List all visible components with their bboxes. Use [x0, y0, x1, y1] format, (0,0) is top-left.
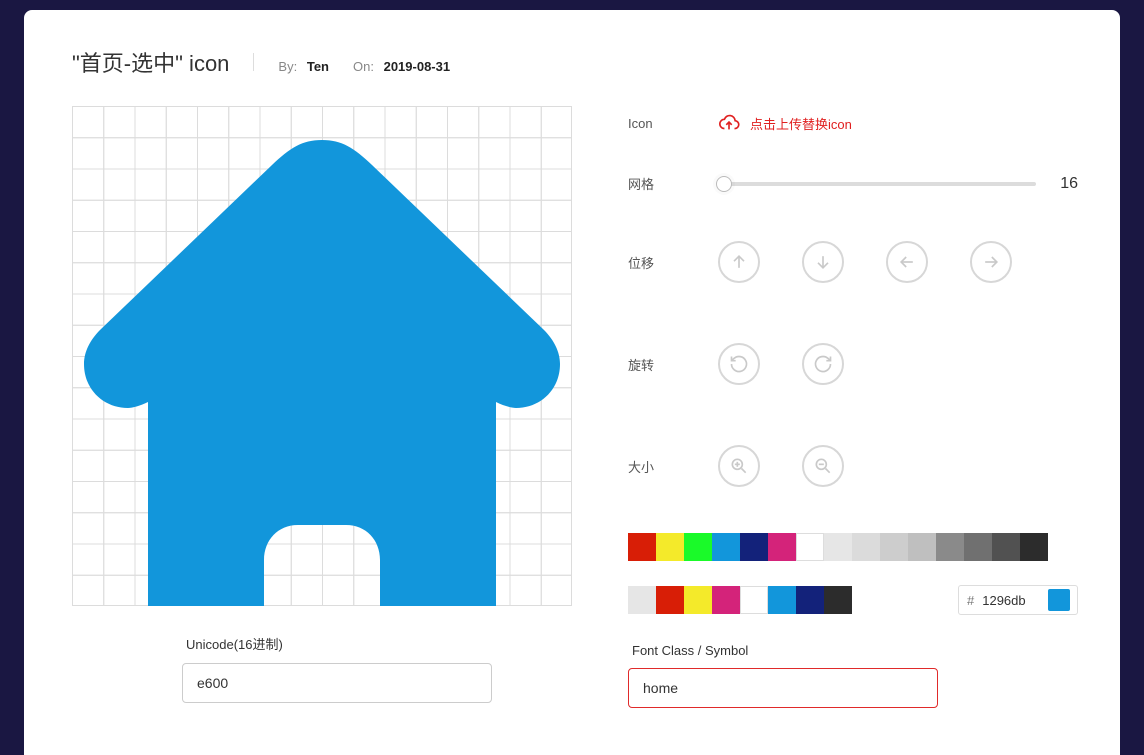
- arrow-left-icon: [897, 252, 917, 272]
- color-swatch[interactable]: [768, 533, 796, 561]
- color-swatch[interactable]: [628, 533, 656, 561]
- color-swatch[interactable]: [656, 533, 684, 561]
- row-shift: 位移: [628, 241, 1078, 283]
- upload-text: 点击上传替换icon: [750, 114, 852, 133]
- rotate-cw-button[interactable]: [718, 343, 760, 385]
- arrow-up-icon: [729, 252, 749, 272]
- meta-by: By: Ten: [278, 59, 329, 74]
- color-swatch[interactable]: [656, 586, 684, 614]
- color-swatch[interactable]: [712, 533, 740, 561]
- color-swatch[interactable]: [712, 586, 740, 614]
- unicode-label: Unicode(16进制): [186, 634, 572, 653]
- color-swatch[interactable]: [628, 586, 656, 614]
- color-swatch[interactable]: [852, 533, 880, 561]
- cloud-upload-icon: [718, 112, 740, 134]
- on-label: On:: [353, 59, 374, 74]
- color-swatch[interactable]: [684, 533, 712, 561]
- zoom-out-button[interactable]: [802, 445, 844, 487]
- color-swatch[interactable]: [796, 586, 824, 614]
- body: Unicode(16进制) Icon 点击上传替换icon 网格: [72, 106, 1072, 708]
- zoom-out-icon: [813, 456, 833, 476]
- hash-prefix: #: [967, 593, 974, 608]
- palette-recent: [628, 586, 852, 614]
- header: "首页-选中" icon By: Ten On: 2019-08-31: [72, 46, 1072, 78]
- color-hex-input[interactable]: #: [958, 585, 1078, 615]
- home-icon: [72, 106, 572, 606]
- rotate-ccw-button[interactable]: [802, 343, 844, 385]
- divider: [253, 53, 254, 71]
- rotate-label: 旋转: [628, 355, 718, 374]
- color-swatch[interactable]: [824, 586, 852, 614]
- size-label: 大小: [628, 457, 718, 476]
- on-value: 2019-08-31: [384, 59, 451, 74]
- icon-canvas[interactable]: [72, 106, 572, 606]
- arrow-down-icon: [813, 252, 833, 272]
- by-value: Ten: [307, 59, 329, 74]
- row-rotate: 旋转: [628, 343, 1078, 385]
- rotate-ccw-icon: [813, 354, 833, 374]
- rotate-buttons: [718, 343, 844, 385]
- palette-recent-row: #: [628, 585, 1078, 615]
- grid-slider-thumb[interactable]: [716, 176, 732, 192]
- meta-on: On: 2019-08-31: [353, 59, 450, 74]
- color-swatch[interactable]: [740, 586, 768, 614]
- upload-button[interactable]: 点击上传替换icon: [718, 112, 852, 134]
- color-swatch[interactable]: [684, 586, 712, 614]
- color-swatch[interactable]: [936, 533, 964, 561]
- hex-input[interactable]: [982, 593, 1040, 608]
- shift-left-button[interactable]: [886, 241, 928, 283]
- color-preview-swatch: [1048, 589, 1070, 611]
- grid-label: 网格: [628, 174, 718, 193]
- rotate-cw-icon: [729, 354, 749, 374]
- row-grid: 网格 16: [628, 174, 1078, 193]
- left-column: Unicode(16进制): [72, 106, 572, 708]
- fontclass-input[interactable]: [628, 668, 938, 708]
- grid-value: 16: [1050, 175, 1078, 193]
- fontclass-label: Font Class / Symbol: [632, 643, 1078, 658]
- icon-label: Icon: [628, 116, 718, 131]
- zoom-in-button[interactable]: [718, 445, 760, 487]
- color-swatch[interactable]: [964, 533, 992, 561]
- color-swatch[interactable]: [796, 533, 824, 561]
- unicode-field: Unicode(16进制): [182, 634, 572, 703]
- zoom-in-icon: [729, 456, 749, 476]
- color-swatch[interactable]: [1020, 533, 1048, 561]
- grid-slider[interactable]: [718, 182, 1036, 186]
- row-size: 大小: [628, 445, 1078, 487]
- editor-panel: "首页-选中" icon By: Ten On: 2019-08-31 Unic…: [24, 10, 1120, 755]
- grid-slider-wrap: 16: [718, 175, 1078, 193]
- color-swatch[interactable]: [824, 533, 852, 561]
- shift-up-button[interactable]: [718, 241, 760, 283]
- unicode-input[interactable]: [182, 663, 492, 703]
- color-swatch[interactable]: [768, 586, 796, 614]
- shift-buttons: [718, 241, 1012, 283]
- color-swatch[interactable]: [880, 533, 908, 561]
- row-icon: Icon 点击上传替换icon: [628, 112, 1078, 134]
- palette-preset: [628, 533, 1078, 561]
- shift-label: 位移: [628, 253, 718, 272]
- color-swatch[interactable]: [992, 533, 1020, 561]
- right-column: Icon 点击上传替换icon 网格 16: [628, 106, 1078, 708]
- color-swatch[interactable]: [908, 533, 936, 561]
- arrow-right-icon: [981, 252, 1001, 272]
- shift-right-button[interactable]: [970, 241, 1012, 283]
- shift-down-button[interactable]: [802, 241, 844, 283]
- fontclass-field: Font Class / Symbol: [628, 643, 1078, 708]
- color-swatch[interactable]: [740, 533, 768, 561]
- page-title: "首页-选中" icon: [72, 46, 229, 78]
- size-buttons: [718, 445, 844, 487]
- by-label: By:: [278, 59, 297, 74]
